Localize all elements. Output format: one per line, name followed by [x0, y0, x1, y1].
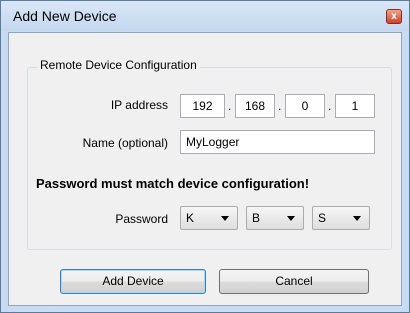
password-char-3-select[interactable]: S — [312, 206, 370, 230]
password-char-2-value: B — [252, 211, 261, 225]
ip-octet-4[interactable]: 1 — [335, 94, 375, 118]
add-device-button[interactable]: Add Device — [60, 269, 206, 294]
name-label: Name (optional) — [82, 136, 168, 150]
ip-dot-3: . — [328, 99, 332, 113]
password-char-1-value: K — [186, 211, 195, 225]
cancel-button[interactable]: Cancel — [219, 269, 369, 294]
password-char-3-value: S — [318, 211, 327, 225]
ip-address-label: IP address — [110, 98, 168, 112]
window-title: Add New Device — [13, 8, 117, 24]
ip-octet-1[interactable]: 192 — [180, 94, 225, 118]
chevron-down-icon — [353, 216, 361, 221]
groupbox-legend: Remote Device Configuration — [37, 58, 200, 72]
name-field[interactable]: MyLogger — [180, 130, 375, 154]
password-label: Password — [115, 212, 168, 226]
password-warning: Password must match device configuration… — [36, 176, 310, 191]
close-button[interactable]: x — [386, 9, 402, 24]
password-char-1-select[interactable]: K — [180, 206, 238, 230]
ip-dot-2: . — [278, 99, 282, 113]
title-bar[interactable]: Add New Device x — [1, 1, 409, 31]
close-icon: x — [391, 11, 397, 22]
chevron-down-icon — [287, 216, 295, 221]
ip-octet-2[interactable]: 168 — [235, 94, 275, 118]
chevron-down-icon — [221, 216, 229, 221]
ip-octet-3[interactable]: 0 — [285, 94, 325, 118]
password-char-2-select[interactable]: B — [246, 206, 304, 230]
ip-dot-1: . — [228, 99, 232, 113]
